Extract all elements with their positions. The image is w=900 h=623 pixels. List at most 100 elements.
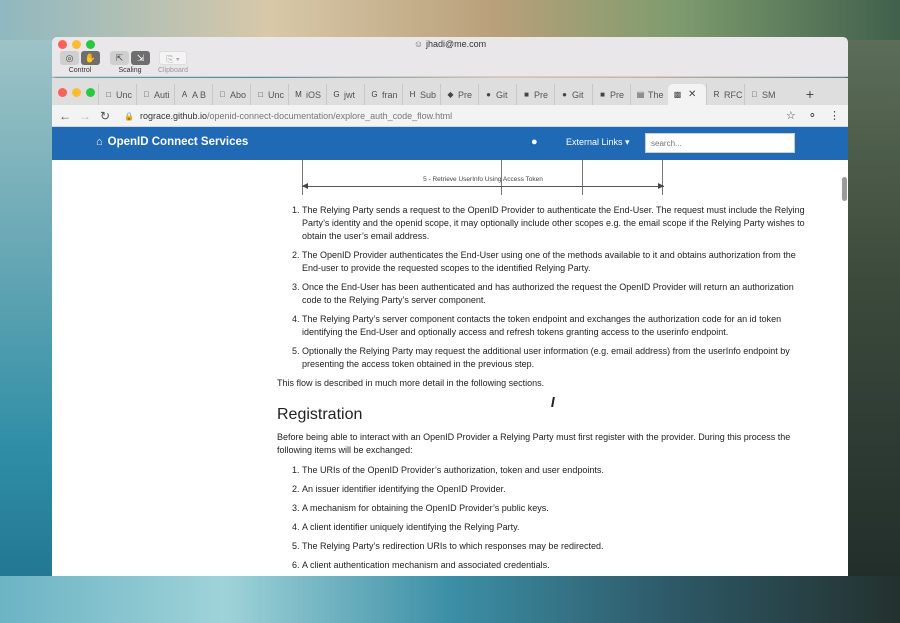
tab-title: Unc xyxy=(116,89,133,100)
article: The Relying Party sends a request to the… xyxy=(277,204,805,576)
page-scrollbar[interactable] xyxy=(842,177,847,201)
registration-items-list: The URIs of the OpenID Provider’s author… xyxy=(277,464,805,572)
browser-tab[interactable]: □ Unc xyxy=(250,84,288,105)
google-icon: G xyxy=(371,90,378,99)
openid-icon: ▩ xyxy=(673,90,682,99)
external-links-dropdown[interactable]: External Links ▾ xyxy=(566,137,630,148)
tab-title: Git xyxy=(572,89,584,100)
browser-tab[interactable]: ● Git xyxy=(478,84,516,105)
browser-tab[interactable]: ◆ Pre xyxy=(440,84,478,105)
registration-heading: Registration xyxy=(277,406,363,423)
list-item: A client authentication mechanism and as… xyxy=(302,559,805,572)
bookmark-star-icon[interactable]: ☆ xyxy=(786,109,796,123)
browser-tab[interactable]: Abo xyxy=(212,84,250,105)
figma-icon: ◆ xyxy=(447,90,454,99)
list-item: The Relying Party’s server component con… xyxy=(302,313,805,339)
document-icon: □ xyxy=(106,90,111,99)
control-tool[interactable]: ◎ ✋ Control xyxy=(60,51,100,74)
diagram-message-label: 5 - Retrieve UserInfo Using Access Token xyxy=(423,176,543,183)
clipboard-label: Clipboard xyxy=(158,67,188,74)
browser-tab[interactable]: Gjwt xyxy=(326,84,364,105)
search-input[interactable] xyxy=(645,133,795,153)
tab-title: Pre xyxy=(458,89,473,100)
browser-close-button[interactable] xyxy=(58,88,67,97)
url-field[interactable]: 🔒 rograce.github.io/openid-connect-docume… xyxy=(124,109,452,124)
apple-icon:  xyxy=(218,90,227,99)
clipboard-tool[interactable]: ⎘ ▾ Clipboard xyxy=(158,51,188,74)
address-bar: ← → ↻ 🔒 rograce.github.io/openid-connect-… xyxy=(52,105,848,127)
home-icon: ⌂ xyxy=(96,136,103,148)
browser-tab[interactable]: MiOS xyxy=(288,84,326,105)
list-item: The URIs of the OpenID Provider’s author… xyxy=(302,464,805,477)
hacker-icon: H xyxy=(409,90,416,99)
tab-title: Git xyxy=(496,89,508,100)
caret-down-icon: ▾ xyxy=(622,137,630,147)
forward-icon[interactable]: → xyxy=(78,109,92,123)
browser-tab[interactable]: ● Git xyxy=(554,84,592,105)
site-brand-link[interactable]: ⌂ OpenID Connect Services xyxy=(96,136,248,148)
desktop-wallpaper-bottom xyxy=(0,576,900,623)
desktop-wallpaper-left xyxy=(0,40,55,623)
tab-title: Pre xyxy=(610,89,625,100)
actual-size-icon[interactable]: ⇲ xyxy=(131,51,150,65)
new-tab-button[interactable]: + xyxy=(801,84,819,105)
a-logo-icon: A xyxy=(181,90,188,99)
browser-tab[interactable]: □ Unc xyxy=(98,84,136,105)
tab-title: Abo xyxy=(230,89,247,100)
list-item: Optionally the Relying Party may request… xyxy=(302,345,805,371)
double-arrow xyxy=(302,183,664,189)
github-icon[interactable]: ● xyxy=(531,136,538,148)
grammarly-icon[interactable]: ⚬ xyxy=(808,109,817,123)
site-navbar: ⌂ OpenID Connect Services ● External Link… xyxy=(52,127,848,160)
menu-kebab-icon[interactable]: ⋮ xyxy=(829,109,840,123)
browser-minimize-button[interactable] xyxy=(72,88,81,97)
slide-icon: ■ xyxy=(600,90,605,99)
registration-intro: Before being able to interact with an Op… xyxy=(277,432,791,455)
scaling-tool[interactable]: ⇱ ⇲ Scaling xyxy=(110,51,150,74)
browser-tab[interactable]: R RFC xyxy=(706,84,744,105)
document-icon: □ xyxy=(258,90,263,99)
google-icon: G xyxy=(333,90,340,99)
browser-tab[interactable]: H Sub xyxy=(402,84,440,105)
desktop-wallpaper-right xyxy=(845,40,900,623)
list-item: The OpenID Provider authenticates the En… xyxy=(302,249,805,275)
fit-screen-icon[interactable]: ⇱ xyxy=(110,51,129,65)
remote-session-title: ☺ jhadi@me.com xyxy=(413,39,487,49)
browser-tab[interactable]: ▤ The xyxy=(630,84,668,105)
browser-tab[interactable]: Gfran xyxy=(364,84,402,105)
lock-icon: 🔒 xyxy=(124,112,134,121)
browser-tab[interactable]: ▩ ✕ xyxy=(668,84,706,105)
close-tab-icon[interactable]: ✕ xyxy=(688,89,696,100)
reload-icon[interactable]: ↻ xyxy=(98,109,112,123)
tab-title: RFC xyxy=(724,89,743,100)
browser-zoom-button[interactable] xyxy=(86,88,95,97)
scaling-label: Scaling xyxy=(118,67,142,74)
browser-tab[interactable]: SM xyxy=(744,84,782,105)
github-icon: ● xyxy=(486,90,491,99)
medium-icon: M xyxy=(295,90,302,99)
ietf-icon: ▤ xyxy=(636,90,645,99)
browser-window-controls xyxy=(58,88,95,97)
rfc-icon: R xyxy=(713,90,720,99)
flow-note: This flow is described in much more deta… xyxy=(277,378,545,388)
tab-title: Unc xyxy=(268,89,285,100)
tab-title: The xyxy=(648,89,664,100)
browser-tab[interactable]: ■ Pre xyxy=(516,84,554,105)
list-item: A mechanism for obtaining the OpenID Pro… xyxy=(302,502,805,515)
apple-icon:  xyxy=(142,90,151,99)
back-icon[interactable]: ← xyxy=(58,109,72,123)
browser-tab[interactable]: AA B xyxy=(174,84,212,105)
control-hand-icon[interactable]: ✋ xyxy=(81,51,100,65)
control-label: Control xyxy=(68,67,92,74)
list-item: The Relying Party’s redirection URIs to … xyxy=(302,540,805,553)
tab-title: Pre xyxy=(534,89,549,100)
toolbar-icons: ☆ ⚬ ⋮ xyxy=(786,109,840,123)
observe-icon[interactable]: ◎ xyxy=(60,51,79,65)
flow-steps-list: The Relying Party sends a request to the… xyxy=(277,204,805,371)
desktop-wallpaper-top xyxy=(0,0,900,40)
tab-strip: □UncAutiAA BAbo□UncMiOSGjwtGfranHSub◆P… xyxy=(98,84,782,105)
tab-title: Auti xyxy=(154,89,170,100)
clipboard-icon[interactable]: ⎘ ▾ xyxy=(158,51,187,65)
browser-tab[interactable]: Auti xyxy=(136,84,174,105)
browser-tab[interactable]: ■ Pre xyxy=(592,84,630,105)
